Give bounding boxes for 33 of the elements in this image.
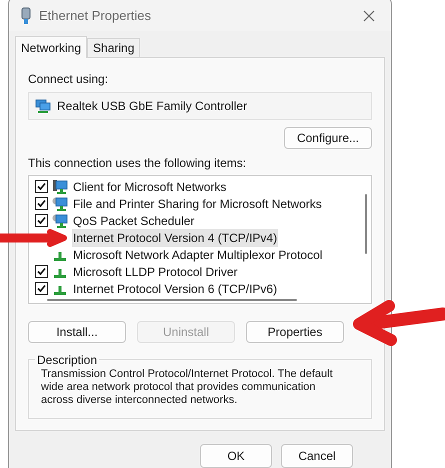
ethernet-plug-icon bbox=[21, 7, 31, 25]
scrollbar-thumb[interactable] bbox=[365, 194, 367, 254]
list-item[interactable]: QoS Packet Scheduler bbox=[72, 212, 196, 230]
checkbox[interactable] bbox=[35, 180, 48, 193]
checkbox[interactable] bbox=[35, 197, 48, 210]
network-service-icon bbox=[52, 196, 68, 212]
scrollbar-thumb[interactable] bbox=[47, 299, 297, 301]
description-text: Transmission Control Protocol/Internet Protocol. The default wide area network protocol that provides communication across diverse interconnected networks. bbox=[41, 368, 334, 407]
checkbox[interactable] bbox=[35, 282, 48, 295]
network-adapter-icon bbox=[35, 98, 51, 114]
pointer-arrow bbox=[0, 229, 68, 247]
items-label: This connection uses the following items: bbox=[28, 155, 248, 172]
dialog-button[interactable]: OK bbox=[200, 444, 272, 468]
list-item[interactable]: Microsoft Network Adapter Multiplexor Protocol bbox=[72, 246, 324, 264]
item-action-button[interactable]: Properties bbox=[246, 321, 344, 343]
checkbox[interactable] bbox=[35, 214, 48, 227]
tab[interactable]: Networking bbox=[15, 36, 88, 58]
network-client-icon bbox=[52, 178, 68, 194]
item-action-button[interactable]: Install... bbox=[28, 321, 126, 343]
tab[interactable]: Sharing bbox=[87, 38, 140, 57]
list-item[interactable]: Client for Microsoft Networks bbox=[72, 178, 228, 196]
checkbox[interactable] bbox=[35, 265, 48, 278]
list-item[interactable]: Microsoft LLDP Protocol Driver bbox=[72, 262, 238, 280]
list-item[interactable]: Internet Protocol Version 4 (TCP/IPv4) bbox=[72, 228, 278, 246]
window-title: Ethernet Properties bbox=[39, 7, 152, 26]
network-service-icon bbox=[52, 212, 68, 228]
dialog-button[interactable]: Cancel bbox=[281, 444, 353, 468]
adapter-field: Realtek USB GbE Family Controller bbox=[28, 92, 372, 120]
close-icon bbox=[363, 10, 375, 22]
connect-using-label: Connect using: bbox=[28, 71, 110, 88]
list-item[interactable]: File and Printer Sharing for Microsoft Networks bbox=[72, 194, 323, 212]
configure-button[interactable]: Configure... bbox=[284, 127, 372, 149]
list-item[interactable]: Internet Protocol Version 6 (TCP/IPv6) bbox=[72, 280, 278, 298]
